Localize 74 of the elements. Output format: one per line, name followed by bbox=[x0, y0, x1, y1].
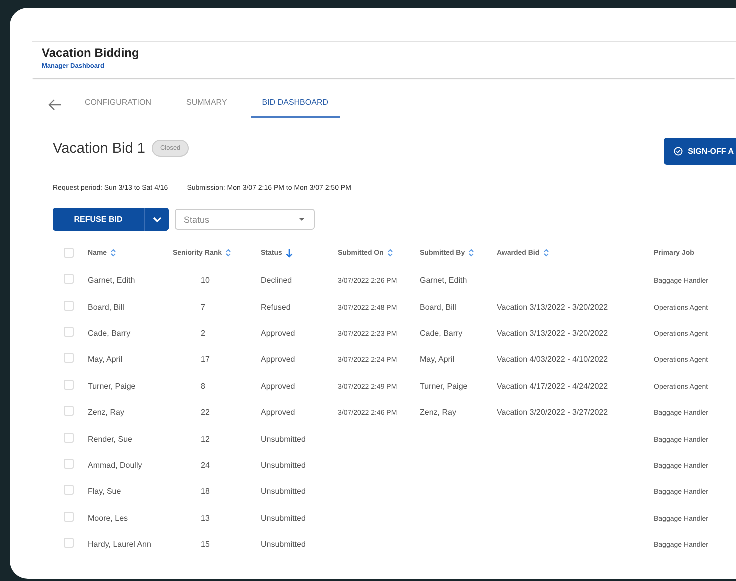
table-cell: Vacation 3/20/2022 - 3/27/2022 bbox=[497, 408, 608, 418]
row-checkbox[interactable] bbox=[64, 512, 74, 522]
table-cell: Ammad, Doully bbox=[88, 460, 142, 470]
caret-icon bbox=[299, 218, 305, 221]
tab[interactable]: BID DASHBOARD bbox=[251, 92, 340, 118]
table-cell: Declined bbox=[261, 276, 292, 286]
table-cell-text: 22 bbox=[200, 408, 210, 418]
table-cell: Hardy, Laurel Ann bbox=[88, 540, 152, 550]
table-cell: Unsubmitted bbox=[261, 540, 306, 550]
table-cell: Moore, Les bbox=[88, 514, 128, 523]
sort-icon[interactable] bbox=[111, 249, 116, 257]
row-checkbox[interactable] bbox=[64, 353, 74, 364]
row-checkbox[interactable] bbox=[64, 300, 74, 311]
table-cell: Unsubmitted bbox=[261, 514, 306, 523]
row-checkbox[interactable] bbox=[64, 326, 74, 337]
row-checkbox[interactable] bbox=[64, 538, 74, 548]
table-cell: Zenz, Ray bbox=[420, 408, 456, 418]
table-cell: Vacation 3/13/2022 - 3/20/2022 bbox=[497, 328, 608, 338]
table-cell: Board, Bill bbox=[420, 302, 456, 312]
table-cell: Cade, Barry bbox=[420, 328, 463, 338]
table-cell: Flay, Sue bbox=[88, 487, 122, 496]
table-cell-text: 15 bbox=[200, 540, 210, 550]
table-cell-text: 12 bbox=[200, 434, 210, 444]
row-checkbox[interactable] bbox=[64, 274, 74, 284]
tab[interactable]: SUMMARY bbox=[176, 92, 238, 118]
row-checkbox[interactable] bbox=[64, 485, 74, 496]
status-select[interactable]: Status bbox=[175, 209, 315, 230]
table-cell: Vacation 3/13/2022 - 3/20/2022 bbox=[497, 302, 608, 312]
table-cell: Render, Sue bbox=[88, 434, 132, 444]
table-cell: Approved bbox=[261, 328, 296, 338]
table-cell-text: 17 bbox=[200, 355, 210, 364]
table-cell: Approved bbox=[261, 382, 296, 391]
table-cell: Unsubmitted bbox=[261, 460, 306, 470]
table-cell: Garnet, Edith bbox=[420, 276, 468, 286]
sort-icon[interactable] bbox=[469, 249, 474, 257]
table-cell-text: 18 bbox=[200, 487, 210, 496]
table-cell-text: 8 bbox=[200, 382, 206, 391]
bid-title: Vacation Bid 1 bbox=[53, 140, 146, 156]
back-arrow-icon[interactable] bbox=[48, 99, 62, 111]
table-cell: May, April bbox=[420, 355, 455, 364]
select-all-checkbox[interactable] bbox=[64, 248, 74, 258]
app-title: Vacation Bidding bbox=[42, 46, 140, 60]
row-checkbox[interactable] bbox=[64, 458, 74, 469]
sort-descending-icon[interactable] bbox=[286, 248, 294, 258]
table-cell-text: 2 bbox=[200, 328, 206, 338]
sort-icon[interactable] bbox=[544, 249, 549, 257]
table-cell-text: 10 bbox=[200, 276, 210, 286]
table-cell: Vacation 4/03/2022 - 4/10/2022 bbox=[497, 355, 608, 364]
table-cell: Approved bbox=[261, 355, 296, 364]
row-checkbox[interactable] bbox=[64, 380, 74, 390]
row-checkbox[interactable] bbox=[64, 406, 74, 416]
table-cell: Refused bbox=[261, 302, 291, 312]
table-cell: May, April bbox=[88, 355, 123, 364]
table-cell: Unsubmitted bbox=[261, 487, 306, 496]
tab[interactable]: CONFIGURATION bbox=[74, 92, 163, 118]
check-circle-icon bbox=[674, 147, 684, 156]
table-cell: Unsubmitted bbox=[261, 434, 306, 444]
table-cell: Turner, Paige bbox=[88, 382, 136, 391]
row-checkbox[interactable] bbox=[64, 432, 74, 443]
sort-icon[interactable] bbox=[388, 249, 393, 257]
table-cell: Zenz, Ray bbox=[88, 408, 124, 418]
dropdown-button[interactable] bbox=[144, 208, 169, 231]
table-cell: Board, Bill bbox=[88, 302, 124, 312]
table-cell-text: 13 bbox=[200, 514, 210, 523]
table-cell-text: 7 bbox=[200, 302, 206, 312]
table-cell-text: 24 bbox=[200, 460, 210, 470]
sort-icon[interactable] bbox=[226, 249, 232, 257]
table-cell: Approved bbox=[261, 408, 296, 418]
table-cell: Garnet, Edith bbox=[88, 276, 136, 286]
table-cell: Cade, Barry bbox=[88, 328, 131, 338]
sign-off-button[interactable]: SIGN-OFF A bbox=[664, 138, 736, 165]
chevron-down-icon bbox=[152, 216, 162, 222]
table-cell: Turner, Paige bbox=[420, 382, 468, 391]
table-cell: Vacation 4/17/2022 - 4/24/2022 bbox=[497, 382, 608, 391]
